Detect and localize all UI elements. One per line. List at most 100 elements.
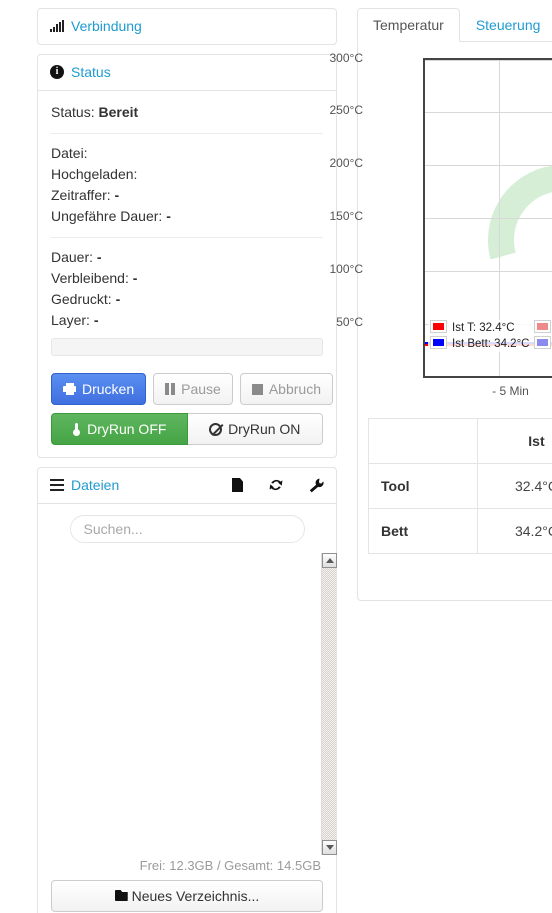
stop-icon (251, 383, 263, 395)
printer-icon (63, 383, 76, 395)
pause-button-label: Pause (181, 381, 221, 397)
status-divider-1 (51, 133, 323, 134)
gridline-200 (425, 165, 552, 166)
files-panel-title: Dateien (71, 477, 120, 493)
wrench-icon[interactable] (309, 478, 324, 493)
status-panel-title: Status (71, 64, 111, 80)
pause-button[interactable]: Pause (153, 373, 233, 405)
tab-temperatur[interactable]: Temperatur (357, 8, 460, 42)
print-controls: Drucken Pause Abbruch (51, 373, 333, 405)
status-divider-2 (51, 237, 323, 238)
status-value-verbleibend: - (132, 270, 138, 286)
dryrun-off-label: DryRun OFF (87, 421, 167, 437)
gridline-300 (425, 60, 552, 61)
table-header-ist: Ist (476, 418, 552, 464)
chevron-down-icon (325, 845, 334, 850)
y-tick-50: 50°C (336, 315, 363, 329)
series-baseline (425, 376, 552, 378)
folder-icon (114, 890, 128, 901)
table-header-row: Ist (368, 418, 552, 464)
table-cell-tool-ist: 32.4°C (476, 463, 552, 509)
y-tick-100: 100°C (329, 262, 364, 276)
legend-swatch-target-tool (532, 320, 552, 336)
thermometer-icon (72, 422, 81, 436)
status-value-dauer: - (96, 249, 102, 265)
status-panel: i Status Status: Bereit Datei: Hochgelad… (37, 54, 337, 458)
status-label-gedruckt: Gedruckt: (51, 291, 112, 307)
legend-row-1: Ist T: 32.4°C Soll T: 0.0°C (428, 320, 552, 336)
gridline-250 (425, 112, 552, 113)
gridline-150 (425, 218, 552, 219)
files-panel-header[interactable]: Dateien (38, 468, 336, 504)
status-panel-body: Status: Bereit Datei: Hochgeladen: Zeitr… (38, 91, 336, 457)
left-column: Verbindung i Status Status: Bereit Datei… (37, 8, 337, 913)
new-folder-label: Neues Verzeichnis... (131, 888, 260, 904)
new-folder-button[interactable]: Neues Verzeichnis... (51, 880, 323, 912)
file-icon[interactable] (232, 478, 243, 492)
scroll-down-button[interactable] (322, 840, 337, 855)
table-row-label-tool: Tool (368, 463, 478, 509)
files-panel: Dateien Suchen... Frei: 12.3GB / Gesamt:… (37, 467, 337, 913)
print-button[interactable]: Drucken (51, 373, 147, 405)
status-row-ungefaehre-dauer: Ungefähre Dauer: - (51, 206, 323, 227)
file-list[interactable] (38, 553, 337, 855)
dryrun-on-label: DryRun ON (228, 421, 301, 437)
gridline-100 (425, 271, 552, 272)
search-input[interactable] (69, 515, 305, 543)
dryrun-off-button[interactable]: DryRun OFF (51, 413, 188, 445)
status-row-zeitraffer: Zeitraffer: - (51, 185, 323, 206)
temperature-chart[interactable]: 300°C 250°C 200°C 150°C 100°C 50°C Ist T… (330, 51, 552, 398)
connection-panel-header[interactable]: Verbindung (38, 9, 336, 44)
pause-icon (165, 383, 176, 395)
status-value-ungefaehre-dauer: - (166, 208, 171, 224)
chart-legend: Ist T: 32.4°C Soll T: 0.0°C Ist Bett: 34… (428, 320, 552, 352)
connection-panel-title: Verbindung (71, 18, 142, 34)
status-label-dauer: Dauer: (51, 249, 94, 265)
signal-bars-icon (50, 20, 64, 32)
status-value-layer: - (93, 312, 99, 328)
y-tick-200: 200°C (329, 156, 364, 170)
list-icon (50, 479, 64, 491)
status-row-datei: Datei: (51, 143, 323, 164)
x-axis-label: - 5 Min (492, 384, 529, 398)
print-button-label: Drucken (82, 381, 135, 397)
status-row-layer: Layer: - (51, 310, 323, 331)
status-panel-header[interactable]: i Status (38, 55, 336, 91)
dryrun-on-button[interactable]: DryRun ON (187, 413, 323, 445)
status-state-label: Status: (51, 104, 95, 120)
status-row-verbleibend: Verbleibend: - (51, 268, 323, 289)
table-row: Bett 34.2°C (368, 508, 552, 554)
y-tick-250: 250°C (329, 103, 364, 117)
file-list-scrollbar[interactable] (321, 553, 337, 855)
print-progress-bar (51, 338, 323, 356)
refresh-icon[interactable] (269, 478, 283, 492)
status-label-verbleibend: Verbleibend: (51, 270, 129, 286)
files-footer: Frei: 12.3GB / Gesamt: 14.5GB Neues Verz… (38, 855, 336, 913)
right-column: Temperatur Steuerung 300°C 250°C 200°C 1… (330, 8, 552, 601)
ban-icon (209, 422, 223, 436)
table-row: Tool 32.4°C (368, 463, 552, 509)
status-state-value: Bereit (98, 104, 139, 120)
tab-bar: Temperatur Steuerung (357, 8, 552, 42)
table-cell-bett-ist: 34.2°C (476, 508, 552, 554)
files-search-row (38, 504, 336, 543)
status-label-layer: Layer: (51, 312, 90, 328)
tab-steuerung[interactable]: Steuerung (460, 8, 552, 42)
y-tick-300: 300°C (329, 51, 364, 65)
legend-row-2: Ist Bett: 34.2°C Soll Bett: 0.0°C (428, 336, 552, 352)
legend-swatch-actual-bed (428, 336, 449, 352)
status-label-datei: Datei: (51, 145, 88, 161)
cancel-button-label: Abbruch (268, 381, 321, 397)
status-label-zeitraffer: Zeitraffer: (51, 187, 111, 203)
cancel-button[interactable]: Abbruch (239, 373, 333, 405)
table-row-label-bett: Bett (368, 508, 478, 554)
scrollbar-track[interactable] (322, 568, 336, 840)
status-state-row: Status: Bereit (51, 102, 323, 123)
octoprint-page: Verbindung i Status Status: Bereit Datei… (0, 0, 552, 913)
status-row-hochgeladen: Hochgeladen: (51, 164, 323, 185)
legend-swatch-actual-tool (428, 320, 449, 336)
scroll-up-button[interactable] (322, 553, 337, 568)
temperature-tab-panel: 300°C 250°C 200°C 150°C 100°C 50°C Ist T… (330, 41, 552, 601)
temperature-table: Ist Tool 32.4°C Bett 34.2°C (368, 418, 552, 554)
info-circle-icon: i (50, 65, 64, 79)
